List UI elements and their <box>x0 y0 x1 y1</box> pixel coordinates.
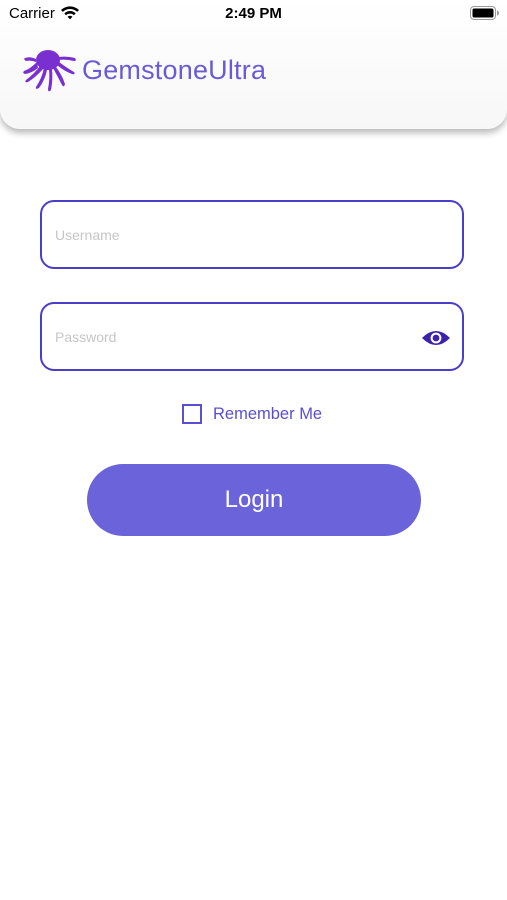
username-field[interactable] <box>40 200 464 269</box>
remember-me-label[interactable]: Remember Me <box>213 405 322 424</box>
battery-icon <box>470 6 500 25</box>
octopus-logo-icon <box>22 47 78 95</box>
username-input[interactable] <box>55 202 415 267</box>
password-input[interactable] <box>55 304 415 369</box>
remember-me-row: Remember Me <box>0 404 507 426</box>
app-title: GemstoneUltra <box>82 55 267 85</box>
password-field[interactable] <box>40 302 464 371</box>
clock-time: 2:49 PM <box>225 5 282 22</box>
remember-me-checkbox[interactable] <box>182 404 202 424</box>
eye-icon[interactable] <box>421 326 451 350</box>
login-button[interactable]: Login <box>87 464 421 536</box>
status-bar: Carrier 2:49 PM <box>0 0 507 28</box>
